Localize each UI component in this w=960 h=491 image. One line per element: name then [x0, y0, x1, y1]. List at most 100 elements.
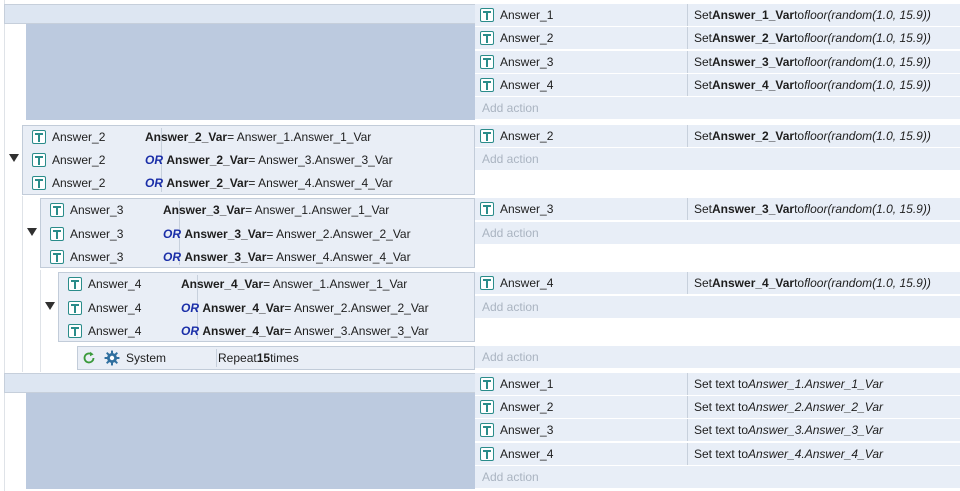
condition-row[interactable]: System Repeat 15 times	[80, 346, 299, 369]
action-row[interactable]: Answer_4 Set text to Answer_4.Answer_4_V…	[475, 443, 960, 465]
action-row[interactable]: Answer_4 Set Answer_4_Var to floor(rando…	[475, 74, 960, 96]
action-connector: to	[794, 129, 805, 143]
condition-or: OR	[145, 175, 163, 190]
action-variable: Answer_4_Var	[712, 276, 795, 290]
text-object-icon	[50, 226, 64, 241]
action-object-name: Answer_2	[500, 31, 554, 45]
condition-comparison: = Answer_2.Answer_2_Var	[266, 226, 411, 241]
action-object-name: Answer_2	[500, 400, 554, 414]
action-expression: Answer_4.Answer_4_Var	[748, 447, 883, 461]
condition-row[interactable]: Answer_3 OR Answer_3_Var = Answer_4.Answe…	[45, 245, 411, 268]
condition-variable: Answer_2_Var	[166, 175, 249, 190]
condition-object-name: Answer_3	[70, 249, 124, 264]
add-action-link[interactable]: Add action	[475, 222, 960, 244]
add-action-link[interactable]: Add action	[475, 296, 960, 318]
text-object-icon	[50, 249, 64, 264]
condition-comparison: = Answer_3.Answer_3_Var	[284, 323, 429, 338]
action-row[interactable]: Answer_2 Set text to Answer_2.Answer_2_V…	[475, 396, 960, 418]
condition-object-name: Answer_4	[88, 300, 142, 315]
condition-or: OR	[163, 249, 181, 264]
action-row[interactable]: Answer_3 Set Answer_3_Var to floor(rando…	[475, 51, 960, 73]
collapse-triangle-icon[interactable]	[45, 302, 55, 310]
text-object-icon	[32, 129, 46, 144]
condition-or: OR	[181, 323, 199, 338]
action-connector: to	[794, 202, 805, 216]
action-row[interactable]: Answer_3 Set Answer_3_Var to floor(rando…	[475, 198, 960, 220]
add-action-link[interactable]: Add action	[475, 466, 960, 488]
action-expression: floor(random(1.0, 15.9))	[804, 8, 931, 22]
text-object-icon	[480, 31, 494, 45]
action-connector: to	[794, 31, 805, 45]
action-expression: Answer_3.Answer_3_Var	[748, 423, 883, 437]
condition-row[interactable]: Answer_4 OR Answer_4_Var = Answer_2.Answe…	[63, 296, 429, 319]
add-action-link[interactable]: Add action	[475, 97, 960, 119]
condition-row[interactable]: Answer_2 OR Answer_2_Var = Answer_3.Answe…	[27, 148, 393, 171]
action-verb: Set text to	[694, 447, 749, 461]
action-verb: Set	[694, 202, 713, 216]
action-object-name: Answer_3	[500, 202, 554, 216]
condition-variable: Answer_3_Var	[163, 202, 246, 217]
action-connector: to	[794, 276, 805, 290]
condition-row[interactable]: Answer_2 OR Answer_2_Var = Answer_4.Answe…	[27, 171, 393, 194]
action-object-name: Answer_1	[500, 8, 554, 22]
condition-or: OR	[163, 226, 181, 241]
action-object-name: Answer_3	[500, 423, 554, 437]
condition-row[interactable]: Answer_4 Answer_4_Var = Answer_1.Answer_1…	[63, 272, 407, 295]
action-expression: floor(random(1.0, 15.9))	[804, 129, 931, 143]
condition-object-name: Answer_4	[88, 276, 142, 291]
action-expression: Answer_1.Answer_1_Var	[748, 377, 883, 391]
text-object-icon	[480, 202, 494, 216]
action-object-name: Answer_4	[500, 78, 554, 92]
repeat-suffix: times	[270, 350, 299, 365]
action-row[interactable]: Answer_4 Set Answer_4_Var to floor(rando…	[475, 272, 960, 294]
condition-object-name: System	[126, 350, 167, 365]
condition-row[interactable]: Answer_2 Answer_2_Var = Answer_1.Answer_1…	[27, 125, 371, 148]
text-object-icon	[480, 400, 494, 414]
action-variable: Answer_2_Var	[712, 31, 795, 45]
add-action-link[interactable]: Add action	[475, 346, 960, 368]
condition-row[interactable]: Answer_3 Answer_3_Var = Answer_1.Answer_1…	[45, 198, 389, 221]
text-object-icon	[50, 202, 64, 217]
action-verb: Set	[694, 31, 713, 45]
condition-or: OR	[145, 152, 163, 167]
gear-icon	[104, 350, 120, 365]
action-row[interactable]: Answer_1 Set text to Answer_1.Answer_1_V…	[475, 373, 960, 395]
action-row[interactable]: Answer_2 Set Answer_2_Var to floor(rando…	[475, 125, 960, 147]
text-object-icon	[480, 447, 494, 461]
text-object-icon	[68, 323, 82, 338]
collapse-triangle-icon[interactable]	[9, 154, 19, 162]
action-object-name: Answer_2	[500, 129, 554, 143]
action-row[interactable]: Answer_3 Set text to Answer_3.Answer_3_V…	[475, 419, 960, 441]
action-variable: Answer_3_Var	[712, 55, 795, 69]
action-object-name: Answer_4	[500, 276, 554, 290]
action-row[interactable]: Answer_1 Set Answer_1_Var to floor(rando…	[475, 4, 960, 26]
event-6-conditions-area[interactable]	[26, 393, 475, 489]
condition-variable: Answer_4_Var	[202, 323, 285, 338]
action-verb: Set text to	[694, 377, 749, 391]
condition-object-name: Answer_2	[52, 152, 106, 167]
condition-comparison: = Answer_4.Answer_4_Var	[248, 175, 393, 190]
repeat-count: 15	[256, 350, 271, 365]
condition-variable: Answer_2_Var	[166, 152, 249, 167]
text-object-icon	[480, 423, 494, 437]
add-action-link[interactable]: Add action	[475, 148, 960, 170]
condition-row[interactable]: Answer_3 OR Answer_3_Var = Answer_2.Answe…	[45, 222, 411, 245]
condition-row[interactable]: Answer_4 OR Answer_4_Var = Answer_3.Answe…	[63, 319, 429, 342]
condition-object-name: Answer_2	[52, 129, 106, 144]
condition-object-name: Answer_4	[88, 323, 142, 338]
condition-variable: Answer_3_Var	[184, 226, 267, 241]
event-1-conditions-area[interactable]	[26, 24, 475, 120]
action-expression: Answer_2.Answer_2_Var	[748, 400, 883, 414]
text-object-icon	[68, 276, 82, 291]
action-expression: floor(random(1.0, 15.9))	[804, 202, 931, 216]
collapse-triangle-icon[interactable]	[27, 228, 37, 236]
text-object-icon	[480, 78, 494, 92]
condition-object-name: Answer_2	[52, 175, 106, 190]
text-object-icon	[480, 377, 494, 391]
action-variable: Answer_4_Var	[712, 78, 795, 92]
condition-variable: Answer_4_Var	[202, 300, 285, 315]
condition-comparison: = Answer_1.Answer_1_Var	[227, 129, 372, 144]
action-row[interactable]: Answer_2 Set Answer_2_Var to floor(rando…	[475, 27, 960, 49]
condition-comparison: = Answer_4.Answer_4_Var	[266, 249, 411, 264]
condition-comparison: = Answer_1.Answer_1_Var	[245, 202, 390, 217]
